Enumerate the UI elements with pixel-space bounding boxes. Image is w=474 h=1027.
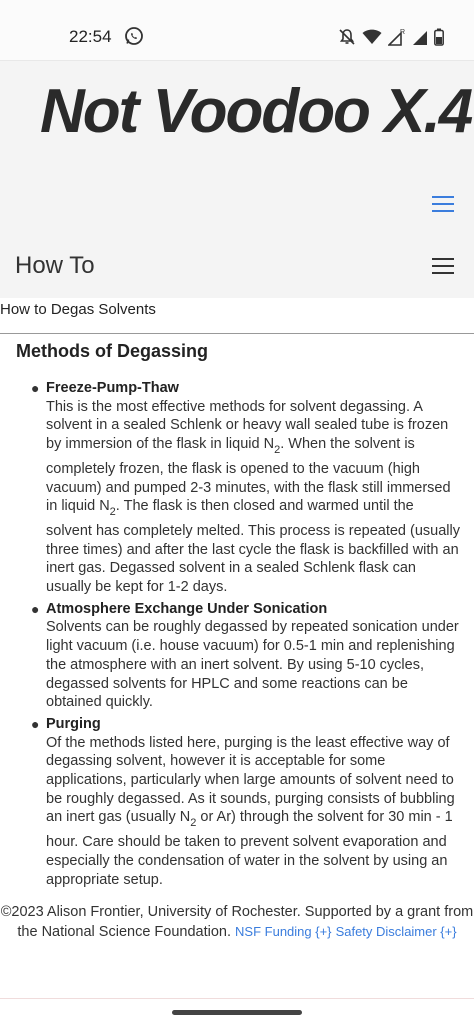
- item-text: Solvents can be roughly degassed by repe…: [46, 619, 459, 711]
- nsf-funding-link[interactable]: NSF Funding {+}: [235, 924, 331, 939]
- item-title: Atmosphere Exchange Under Sonication: [46, 600, 328, 617]
- status-bar: 22:54 R: [0, 0, 474, 60]
- list-item: ● Atmosphere Exchange Under Sonication S…: [16, 600, 462, 712]
- bullet: ●: [31, 380, 40, 396]
- main-menu-icon[interactable]: [432, 196, 454, 212]
- bottom-rule: [0, 998, 474, 999]
- divider: [0, 333, 474, 334]
- item-text: Of the methods listed here, purging is t…: [46, 734, 455, 888]
- section-menu-icon[interactable]: [432, 258, 454, 274]
- signal-r-icon: R: [388, 29, 405, 46]
- battery-icon: [434, 28, 444, 46]
- item-title: Freeze-Pump-Thaw: [46, 380, 179, 396]
- bullet: ●: [31, 600, 40, 617]
- list-item: ● Purging Of the methods listed here, pu…: [16, 715, 462, 889]
- status-time: 22:54: [69, 27, 112, 46]
- methods-list: ● Freeze-Pump-Thaw This is the most effe…: [16, 379, 462, 889]
- status-icons: R: [338, 26, 444, 48]
- section-title: How To: [15, 252, 95, 279]
- breadcrumb: How to Degas Solvents: [0, 301, 156, 318]
- item-text: This is the most effective methods for s…: [46, 398, 460, 596]
- list-item: ● Freeze-Pump-Thaw This is the most effe…: [16, 379, 462, 597]
- main-content: Methods of Degassing ● Freeze-Pump-Thaw …: [16, 341, 462, 892]
- wifi-icon: [362, 29, 382, 44]
- page-heading: Methods of Degassing: [16, 341, 209, 361]
- item-title: Purging: [46, 715, 101, 732]
- home-indicator[interactable]: [172, 1010, 302, 1015]
- roaming-mark: R: [400, 29, 405, 36]
- safety-disclaimer-link[interactable]: Safety Disclaimer {+}: [336, 924, 457, 939]
- bullet: ●: [31, 715, 40, 732]
- footer: ©2023 Alison Frontier, University of Roc…: [0, 903, 474, 942]
- whatsapp-icon: [125, 27, 143, 45]
- site-logo[interactable]: Not Voodoo X.4: [40, 76, 473, 147]
- signal-icon: [413, 31, 427, 45]
- do-not-disturb-icon: [339, 29, 355, 45]
